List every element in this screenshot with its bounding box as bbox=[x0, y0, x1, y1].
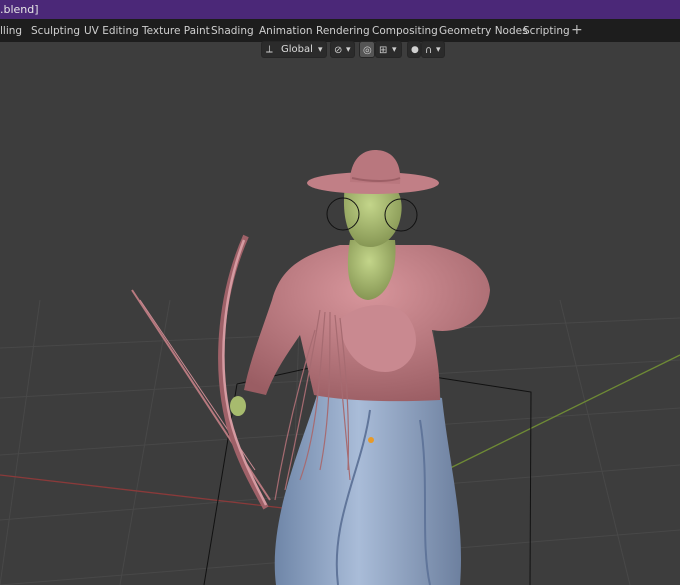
add-workspace-button[interactable]: + bbox=[571, 19, 583, 42]
hand bbox=[230, 396, 246, 416]
transform-orientation-dropdown[interactable]: ⟂ Global ▾ bbox=[261, 41, 327, 58]
pivot-point-dropdown[interactable]: ⊘ ▾ bbox=[330, 41, 355, 58]
tab-texture-paint[interactable]: Texture Paint bbox=[142, 19, 210, 42]
3d-viewport[interactable] bbox=[0, 42, 680, 585]
window-title: .blend] bbox=[0, 3, 39, 16]
chevron-down-icon: ▾ bbox=[436, 45, 441, 55]
transform-orientation-label: Global bbox=[281, 44, 313, 55]
transform-orientation-icon: ⟂ bbox=[266, 44, 273, 55]
snap-icon: ◎ bbox=[363, 45, 372, 56]
snap-increment-icon: ⊞ bbox=[379, 45, 388, 56]
tab-shading[interactable]: Shading bbox=[211, 19, 254, 42]
tab-scripting[interactable]: Scripting bbox=[523, 19, 570, 42]
tab-rendering[interactable]: Rendering bbox=[316, 19, 370, 42]
snap-toggle[interactable]: ◎ bbox=[359, 41, 375, 58]
tab-layout[interactable]: lling bbox=[0, 19, 22, 42]
tab-sculpting[interactable]: Sculpting bbox=[31, 19, 80, 42]
object-origin bbox=[368, 437, 374, 443]
window-title-bar: .blend] bbox=[0, 0, 680, 19]
link-icon: ⊘ bbox=[334, 45, 343, 56]
workspace-tab-bar: lling Sculpting UV Editing Texture Paint… bbox=[0, 19, 680, 42]
tab-compositing[interactable]: Compositing bbox=[372, 19, 438, 42]
chevron-down-icon: ▾ bbox=[346, 45, 351, 55]
chevron-down-icon: ▾ bbox=[392, 45, 397, 55]
chevron-down-icon: ▾ bbox=[318, 45, 323, 55]
y-axis-line bbox=[429, 354, 680, 479]
proportional-falloff-dropdown[interactable]: ∩ ▾ bbox=[421, 41, 445, 58]
falloff-icon: ∩ bbox=[425, 45, 433, 56]
tab-uv-editing[interactable]: UV Editing bbox=[84, 19, 139, 42]
snap-increment-dropdown[interactable]: ⊞ ▾ bbox=[375, 41, 402, 58]
proportional-edit-toggle[interactable]: ● bbox=[407, 41, 421, 58]
tab-animation[interactable]: Animation bbox=[259, 19, 313, 42]
tab-geometry-nodes[interactable]: Geometry Nodes bbox=[439, 19, 528, 42]
proportional-edit-icon: ● bbox=[411, 45, 419, 55]
viewport-scene bbox=[0, 150, 680, 585]
